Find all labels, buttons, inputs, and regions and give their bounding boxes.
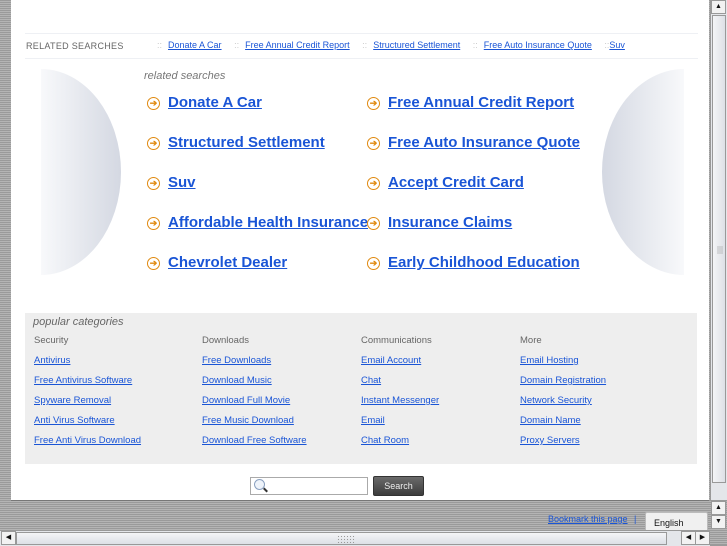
related-link-donate-a-car[interactable]: Donate A Car (168, 94, 262, 111)
bar-link-free-annual-credit-report[interactable]: Free Annual Credit Report (245, 40, 350, 50)
related-searches-bar: RELATED SEARCHES :: Donate A Car :: Free A… (25, 33, 698, 59)
category-link[interactable]: Spyware Removal (34, 395, 141, 415)
popular-categories-panel: popular categories Security Antivirus Fr… (25, 313, 697, 464)
category-link[interactable]: Download Music (202, 375, 307, 395)
category-link[interactable]: Free Downloads (202, 355, 307, 375)
horizontal-scroll-thumb[interactable] (16, 532, 667, 545)
popular-categories-title: popular categories (33, 316, 124, 328)
scroll-down-icon[interactable]: ▼ (711, 515, 726, 529)
horizontal-scrollbar[interactable]: ◀ ◀ ▶ (0, 530, 710, 546)
separator: :: (472, 40, 478, 50)
category-heading: Downloads (202, 335, 249, 346)
scroll-left-icon[interactable]: ◀ (681, 531, 696, 545)
arrow-right-circle-icon: ➔ (147, 177, 160, 190)
category-link[interactable]: Email Hosting (520, 355, 606, 375)
related-link-item: ➔ Free Auto Insurance Quote (367, 134, 580, 151)
arrow-right-circle-icon: ➔ (367, 97, 380, 110)
grip-icon (717, 246, 723, 254)
category-link[interactable]: Network Security (520, 395, 606, 415)
related-link-item: ➔ Free Annual Credit Report (367, 94, 574, 111)
related-link-free-auto-insurance-quote[interactable]: Free Auto Insurance Quote (388, 134, 580, 151)
grip-icon (337, 535, 355, 543)
vertical-scroll-thumb[interactable] (712, 15, 726, 483)
category-heading: Communications (361, 335, 432, 346)
related-searches-links: :: Donate A Car :: Free Annual Credit Repo… (157, 40, 635, 50)
category-link[interactable]: Anti Virus Software (34, 415, 141, 435)
separator: :: (157, 40, 163, 50)
category-link[interactable]: Free Anti Virus Download (34, 435, 141, 455)
related-link-early-childhood-education[interactable]: Early Childhood Education (388, 254, 580, 271)
category-link[interactable]: Chat (361, 375, 439, 395)
category-link[interactable]: Download Full Movie (202, 395, 307, 415)
inner-vertical-scrollbar[interactable]: ▲ ▼ (710, 500, 727, 530)
related-link-item: ➔ Chevrolet Dealer (147, 254, 287, 271)
category-column-more: More Email Hosting Domain Registration N… (520, 335, 606, 455)
search-button[interactable]: Search (373, 476, 424, 496)
category-link[interactable]: Domain Registration (520, 375, 606, 395)
separator: :: (362, 40, 368, 50)
related-link-chevrolet-dealer[interactable]: Chevrolet Dealer (168, 254, 287, 271)
category-link[interactable]: Free Antivirus Software (34, 375, 141, 395)
category-column-security: Security Antivirus Free Antivirus Softwa… (34, 335, 141, 455)
decorative-disc-right (602, 69, 684, 275)
arrow-right-circle-icon: ➔ (367, 137, 380, 150)
footer-separator: | (634, 514, 637, 524)
category-link[interactable]: Proxy Servers (520, 435, 606, 455)
arrow-right-circle-icon: ➔ (367, 257, 380, 270)
arrow-right-circle-icon: ➔ (147, 97, 160, 110)
language-selector[interactable]: English (645, 512, 708, 532)
category-link[interactable]: Free Music Download (202, 415, 307, 435)
decorative-disc-left (41, 69, 121, 275)
category-column-communications: Communications Email Account Chat Instan… (361, 335, 439, 455)
scroll-up-icon[interactable]: ▲ (711, 501, 726, 515)
bar-link-donate-a-car[interactable]: Donate A Car (168, 40, 222, 50)
category-column-downloads: Downloads Free Downloads Download Music … (202, 335, 307, 455)
scroll-up-icon[interactable]: ▲ (711, 0, 726, 14)
arrow-right-circle-icon: ➔ (367, 217, 380, 230)
search-input[interactable] (269, 478, 367, 494)
scroll-left-icon[interactable]: ◀ (1, 531, 16, 545)
bar-link-structured-settlement[interactable]: Structured Settlement (373, 40, 460, 50)
related-searches-label: RELATED SEARCHES (26, 41, 124, 51)
arrow-right-circle-icon: ➔ (147, 217, 160, 230)
arrow-right-circle-icon: ➔ (147, 257, 160, 270)
page-content: RELATED SEARCHES :: Donate A Car :: Free A… (11, 0, 709, 500)
related-link-structured-settlement[interactable]: Structured Settlement (168, 134, 325, 151)
category-link[interactable]: Chat Room (361, 435, 439, 455)
related-link-item: ➔ Insurance Claims (367, 214, 512, 231)
category-link[interactable]: Email (361, 415, 439, 435)
related-link-affordable-health-insurance[interactable]: Affordable Health Insurance (168, 214, 368, 231)
category-link[interactable]: Instant Messenger (361, 395, 439, 415)
related-searches-heading: related searches (144, 70, 226, 82)
category-link[interactable]: Domain Name (520, 415, 606, 435)
bar-link-free-auto-insurance-quote[interactable]: Free Auto Insurance Quote (484, 40, 592, 50)
related-link-free-annual-credit-report[interactable]: Free Annual Credit Report (388, 94, 574, 111)
related-link-item: ➔ Early Childhood Education (367, 254, 580, 271)
magnifier-icon (254, 479, 265, 490)
category-heading: More (520, 335, 542, 346)
related-link-item: ➔ Donate A Car (147, 94, 262, 111)
related-link-item: ➔ Structured Settlement (147, 134, 325, 151)
arrow-right-circle-icon: ➔ (147, 137, 160, 150)
vertical-scrollbar[interactable]: ▲ (710, 0, 727, 500)
bookmark-link[interactable]: Bookmark this page (548, 514, 628, 524)
bar-link-suv[interactable]: Suv (609, 40, 625, 50)
separator: :: (234, 40, 240, 50)
category-link[interactable]: Download Free Software (202, 435, 307, 455)
related-link-insurance-claims[interactable]: Insurance Claims (388, 214, 512, 231)
related-link-item: ➔ Suv (147, 174, 196, 191)
category-link[interactable]: Antivirus (34, 355, 141, 375)
related-link-item: ➔ Accept Credit Card (367, 174, 524, 191)
related-link-item: ➔ Affordable Health Insurance (147, 214, 368, 231)
category-link[interactable]: Email Account (361, 355, 439, 375)
related-link-accept-credit-card[interactable]: Accept Credit Card (388, 174, 524, 191)
scroll-right-icon[interactable]: ▶ (695, 531, 710, 545)
related-link-suv[interactable]: Suv (168, 174, 196, 191)
arrow-right-circle-icon: ➔ (367, 177, 380, 190)
search-field[interactable] (250, 477, 368, 495)
category-heading: Security (34, 335, 69, 346)
